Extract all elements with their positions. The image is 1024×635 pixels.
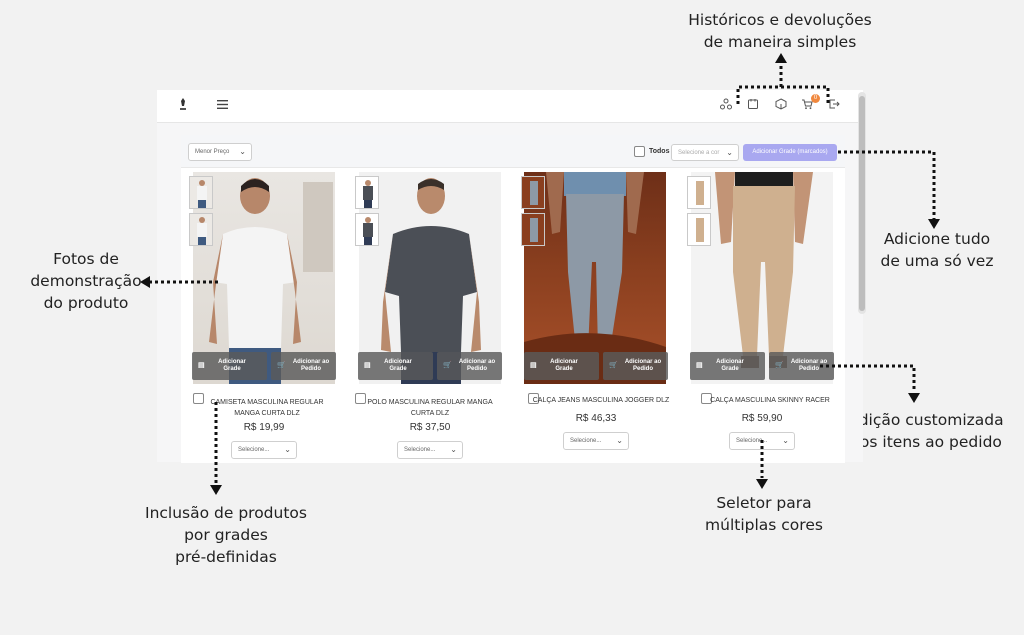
cart-icon: 🛒 (609, 362, 618, 369)
product-thumbnail[interactable] (687, 213, 711, 246)
annotation-line: de maneira simples (703, 33, 857, 51)
add-grade-button[interactable]: ▤ Adicionar Grade (524, 352, 599, 380)
annotation-line: do produto (43, 294, 129, 312)
annotation-add-all: Adicione tudo de uma só vez (862, 228, 1012, 272)
add-grade-label: Adicionar Grade (716, 359, 744, 372)
annotation-line: Adicione tudo (883, 230, 991, 248)
grade-icon: ▤ (364, 362, 371, 369)
product-thumbnail[interactable] (355, 213, 379, 246)
color-select[interactable]: Selecione... ⌄ (729, 432, 795, 450)
add-to-order-button[interactable]: 🛒 Adicionar ao Pedido (271, 352, 336, 380)
annotation-line: demonstração (30, 272, 142, 290)
product-name: CALÇA JEANS MASCULINA JOGGER DLZ (532, 397, 670, 404)
add-grade-button[interactable]: ▤ Adicionar Grade (690, 352, 765, 380)
color-select-value: Selecione... (404, 447, 436, 453)
add-to-order-button[interactable]: 🛒 Adicionar ao Pedido (437, 352, 502, 380)
product-price: R$ 59,90 (741, 413, 783, 424)
product-thumbnail[interactable] (521, 213, 545, 246)
annotation-custom: Adição customizada dos itens ao pedido (836, 409, 1016, 453)
product-price: R$ 37,50 (409, 422, 451, 433)
cart-icon: 🛒 (775, 362, 784, 369)
annotation-line: Inclusão de produtos (145, 504, 307, 522)
returns-icon[interactable] (775, 98, 787, 110)
add-order-label: Adicionar ao Pedido (292, 359, 330, 372)
color-select-value: Selecione... (570, 438, 602, 444)
product-name: CALÇA MASCULINA SKINNY RACER (710, 397, 830, 404)
annotation-line: Históricos e devoluções (688, 11, 872, 29)
add-grade-button[interactable]: ▤ Adicionar Grade (358, 352, 433, 380)
annotation-colors: Seletor para múltiplas cores (694, 492, 834, 536)
chevron-down-icon: ⌄ (239, 147, 246, 156)
select-all-checkbox[interactable] (634, 146, 645, 157)
grade-icon: ▤ (530, 362, 537, 369)
color-select[interactable]: Selecione... ⌄ (397, 441, 463, 459)
cart-badge: 0 (811, 94, 820, 103)
add-order-label: Adicionar ao Pedido (458, 359, 496, 372)
select-all-label: Todos (649, 148, 670, 155)
add-order-label: Adicionar ao Pedido (624, 359, 662, 372)
cart-icon: 🛒 (443, 362, 452, 369)
color-select[interactable]: Selecione... ⌄ (231, 441, 297, 459)
annotation-line: por grades (184, 526, 268, 544)
annotation-line: Seletor para (716, 494, 812, 512)
logout-icon[interactable] (828, 98, 840, 110)
color-select[interactable]: Selecione... ⌄ (563, 432, 629, 450)
chevron-down-icon: ⌄ (284, 445, 291, 454)
annotation-line: Fotos de (53, 250, 119, 268)
color-select[interactable]: Selecione a cor ⌄ (671, 144, 739, 161)
product-thumbnail[interactable] (189, 176, 213, 209)
menu-icon[interactable] (217, 100, 228, 109)
color-select-value: Selecione... (238, 447, 270, 453)
product-price: R$ 19,99 (243, 422, 285, 433)
cart-icon: 🛒 (277, 362, 286, 369)
scrollbar-thumb[interactable] (859, 96, 865, 311)
product-thumbnail[interactable] (687, 176, 711, 209)
add-grade-marked-button[interactable]: Adicionar Grade (marcados) (743, 144, 837, 161)
chevron-down-icon: ⌄ (726, 148, 733, 157)
annotation-line: pré-definidas (175, 548, 277, 566)
annotation-photos: Fotos de demonstração do produto (20, 248, 152, 314)
product-thumbnail[interactable] (521, 176, 545, 209)
network-icon[interactable] (720, 98, 732, 110)
add-to-order-button[interactable]: 🛒 Adicionar ao Pedido (603, 352, 668, 380)
add-grade-label: Adicionar Grade (218, 359, 246, 372)
history-icon[interactable] (747, 98, 759, 110)
color-select-placeholder: Selecione a cor (678, 150, 720, 156)
chevron-down-icon: ⌄ (450, 445, 457, 454)
product-name: POLO MASCULINA REGULAR MANGA CURTA DLZ (367, 399, 493, 417)
product-price: R$ 46,33 (575, 413, 617, 424)
annotation-history: Históricos e devoluções de maneira simpl… (660, 9, 900, 53)
add-grade-label: Adicionar Grade (384, 359, 412, 372)
product-thumbnail[interactable] (189, 213, 213, 246)
chevron-down-icon: ⌄ (616, 436, 623, 445)
color-select-value: Selecione... (736, 438, 768, 444)
add-to-order-button[interactable]: 🛒 Adicionar ao Pedido (769, 352, 834, 380)
add-grade-button[interactable]: ▤ Adicionar Grade (192, 352, 267, 380)
sort-select[interactable]: Menor Preço ⌄ (188, 143, 252, 161)
product-thumbnail[interactable] (355, 176, 379, 209)
add-grade-label: Adicionar Grade (550, 359, 578, 372)
annotation-line: dos itens ao pedido (850, 433, 1002, 451)
annotation-line: múltiplas cores (705, 516, 823, 534)
annotation-line: de uma só vez (880, 252, 994, 270)
grade-icon: ▤ (198, 362, 205, 369)
product-name: CAMISETA MASCULINA REGULAR MANGA CURTA D… (210, 399, 324, 417)
annotation-grades: Inclusão de produtos por grades pré-defi… (130, 502, 322, 568)
annotation-line: Adição customizada (848, 411, 1004, 429)
logo-icon (180, 98, 186, 110)
chevron-down-icon: ⌄ (782, 436, 789, 445)
grade-icon: ▤ (696, 362, 703, 369)
add-order-label: Adicionar ao Pedido (790, 359, 828, 372)
sort-select-value: Menor Preço (195, 149, 230, 155)
